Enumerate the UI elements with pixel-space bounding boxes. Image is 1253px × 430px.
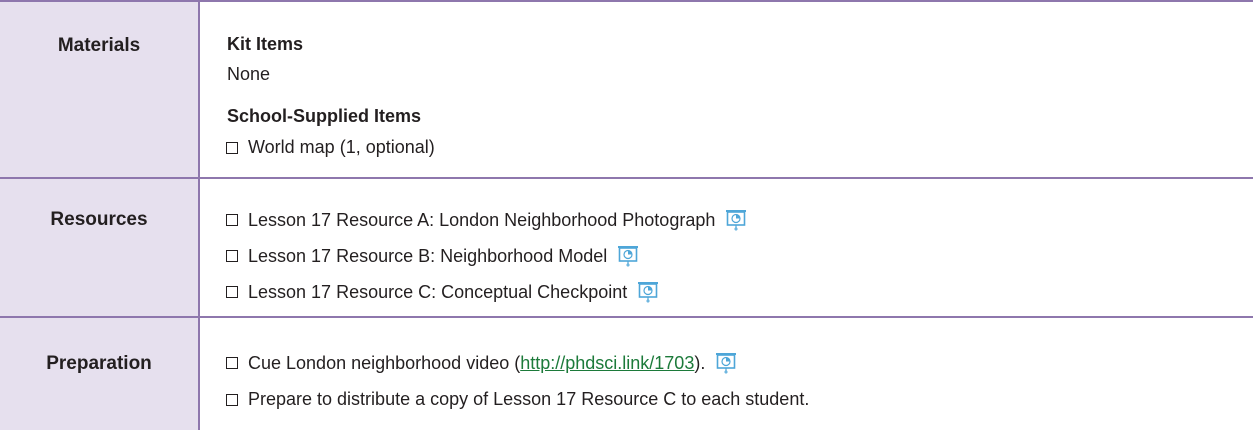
checklist-item-text: Prepare to distribute a copy of Lesson 1… [248,389,810,409]
checklist-item-text: Cue London neighborhood video ( [248,352,521,373]
checklist-item-text: World map (1, optional) [248,137,435,157]
projector-screen-icon [618,246,639,267]
checkbox[interactable] [226,393,238,406]
resources-label: Resources [50,209,148,230]
checkbox[interactable] [226,141,238,154]
materials-table: Materials Kit Items None School-Supplied… [0,0,1253,430]
checklist-item-text: Lesson 17 Resource C: Conceptual Checkpo… [248,281,628,302]
checklist-item: World map (1, optional) [226,137,435,158]
kit-items-value: None [227,64,271,84]
checklist-item: Cue London neighborhood video (http://ph… [226,352,737,374]
preparation-label: Preparation [46,353,152,374]
resources-content: Lesson 17 Resource A: London Neighborhoo… [200,179,1253,316]
resources-row: Resources Lesson 17 Resource A: London N… [0,179,1253,318]
checklist-item-text: Lesson 17 Resource A: London Neighborhoo… [248,209,716,230]
checkbox[interactable] [226,357,238,369]
checklist-item: Lesson 17 Resource A: London Neighborhoo… [226,209,747,231]
checklist-item-text: Lesson 17 Resource B: Neighborhood Model [248,245,608,266]
preparation-row: Preparation Cue London neighborhood vide… [0,318,1253,430]
school-supplied-heading: School-Supplied Items [227,106,422,126]
preparation-label-cell: Preparation [0,318,200,430]
materials-row: Materials Kit Items None School-Supplied… [0,2,1253,179]
materials-label: Materials [57,35,141,56]
checklist-item: Lesson 17 Resource B: Neighborhood Model [226,245,639,267]
kit-items-heading: Kit Items [227,34,304,54]
preparation-content: Cue London neighborhood video (http://ph… [200,318,1253,430]
checkbox[interactable] [226,250,238,262]
projector-screen-icon [726,210,747,231]
projector-screen-icon [716,353,737,374]
checklist-item: Prepare to distribute a copy of Lesson 1… [226,389,809,410]
video-link[interactable]: http://phdsci.link/1703 [520,353,694,374]
materials-content: Kit Items None School-Supplied Items Wor… [200,2,1253,177]
checklist-item: Lesson 17 Resource C: Conceptual Checkpo… [226,281,659,303]
checkbox[interactable] [226,214,238,226]
checklist-item-text-end: ). [694,352,706,373]
checkbox[interactable] [226,286,238,298]
projector-screen-icon [638,282,659,303]
materials-label-cell: Materials [0,2,200,177]
resources-label-cell: Resources [0,179,200,316]
